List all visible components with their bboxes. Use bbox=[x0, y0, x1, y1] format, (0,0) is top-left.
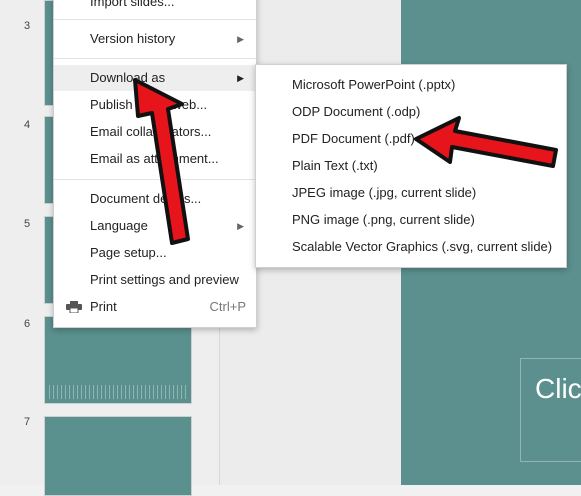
submenu-arrow-icon: ▶ bbox=[237, 73, 244, 83]
download-svg[interactable]: Scalable Vector Graphics (.svg, current … bbox=[256, 234, 566, 260]
menu-item-label: Language bbox=[90, 218, 148, 233]
menu-item-shortcut: Ctrl+P bbox=[209, 299, 246, 314]
menu-item-import-slides[interactable]: Import slides... bbox=[54, 0, 256, 15]
menu-item-page-setup[interactable]: Page setup... bbox=[54, 240, 256, 266]
menu-item-version-history[interactable]: Version history ▶ bbox=[54, 26, 256, 52]
download-as-submenu: Microsoft PowerPoint (.pptx) ODP Documen… bbox=[255, 64, 567, 268]
menu-item-print[interactable]: Print Ctrl+P bbox=[54, 294, 256, 320]
slide-number: 3 bbox=[24, 20, 31, 32]
submenu-item-label: PNG image (.png, current slide) bbox=[292, 212, 475, 227]
slide-number: 4 bbox=[24, 119, 31, 131]
menu-separator bbox=[54, 179, 256, 180]
submenu-arrow-icon: ▶ bbox=[237, 34, 244, 44]
menu-item-email-as-attachment[interactable]: Email as attachment... bbox=[54, 146, 256, 172]
submenu-item-label: Scalable Vector Graphics (.svg, current … bbox=[292, 239, 553, 254]
printer-icon bbox=[66, 301, 82, 313]
download-txt[interactable]: Plain Text (.txt) bbox=[256, 153, 566, 179]
menu-item-print-settings[interactable]: Print settings and preview bbox=[54, 267, 256, 293]
menu-item-label: Import slides... bbox=[90, 0, 175, 9]
slide-number: 7 bbox=[24, 416, 31, 428]
submenu-item-label: Plain Text (.txt) bbox=[292, 158, 378, 173]
slide-thumbnail-6[interactable] bbox=[44, 316, 192, 404]
menu-item-email-collaborators[interactable]: Email collaborators... bbox=[54, 119, 256, 145]
download-odp[interactable]: ODP Document (.odp) bbox=[256, 99, 566, 125]
slide-number: 6 bbox=[24, 318, 31, 330]
download-pdf[interactable]: PDF Document (.pdf) bbox=[256, 126, 566, 152]
menu-item-publish-to-web[interactable]: Publish to the web... bbox=[54, 92, 256, 118]
download-png[interactable]: PNG image (.png, current slide) bbox=[256, 207, 566, 233]
submenu-item-label: Microsoft PowerPoint (.pptx) bbox=[292, 77, 456, 92]
menu-item-label: Document details... bbox=[90, 191, 202, 206]
menu-item-download-as[interactable]: Download as ▶ bbox=[54, 65, 256, 91]
title-placeholder[interactable]: Clic bbox=[520, 358, 581, 462]
menu-item-label: Publish to the web... bbox=[90, 97, 208, 112]
download-jpg[interactable]: JPEG image (.jpg, current slide) bbox=[256, 180, 566, 206]
menu-item-document-details[interactable]: Document details... bbox=[54, 186, 256, 212]
menu-item-label: Print settings and preview bbox=[90, 272, 239, 287]
menu-item-language[interactable]: Language ▶ bbox=[54, 213, 256, 239]
placeholder-text: Clic bbox=[535, 373, 581, 404]
submenu-item-label: ODP Document (.odp) bbox=[292, 104, 421, 119]
slide-number: 5 bbox=[24, 218, 31, 230]
menu-separator bbox=[54, 19, 256, 20]
menu-item-label: Print bbox=[90, 299, 117, 314]
file-menu: Import slides... Version history ▶ Downl… bbox=[53, 0, 257, 328]
thumbnail-pattern bbox=[49, 385, 187, 399]
menu-item-label: Email collaborators... bbox=[90, 124, 212, 139]
menu-item-label: Email as attachment... bbox=[90, 151, 219, 166]
submenu-item-label: JPEG image (.jpg, current slide) bbox=[292, 185, 477, 200]
submenu-arrow-icon: ▶ bbox=[237, 221, 244, 231]
slide-thumbnail-7[interactable] bbox=[44, 416, 192, 496]
menu-item-label: Version history bbox=[90, 31, 176, 46]
menu-item-label: Page setup... bbox=[90, 245, 167, 260]
menu-separator bbox=[54, 58, 256, 59]
menu-item-label: Download as bbox=[90, 70, 166, 85]
submenu-item-label: PDF Document (.pdf) bbox=[292, 131, 415, 146]
download-pptx[interactable]: Microsoft PowerPoint (.pptx) bbox=[256, 72, 566, 98]
